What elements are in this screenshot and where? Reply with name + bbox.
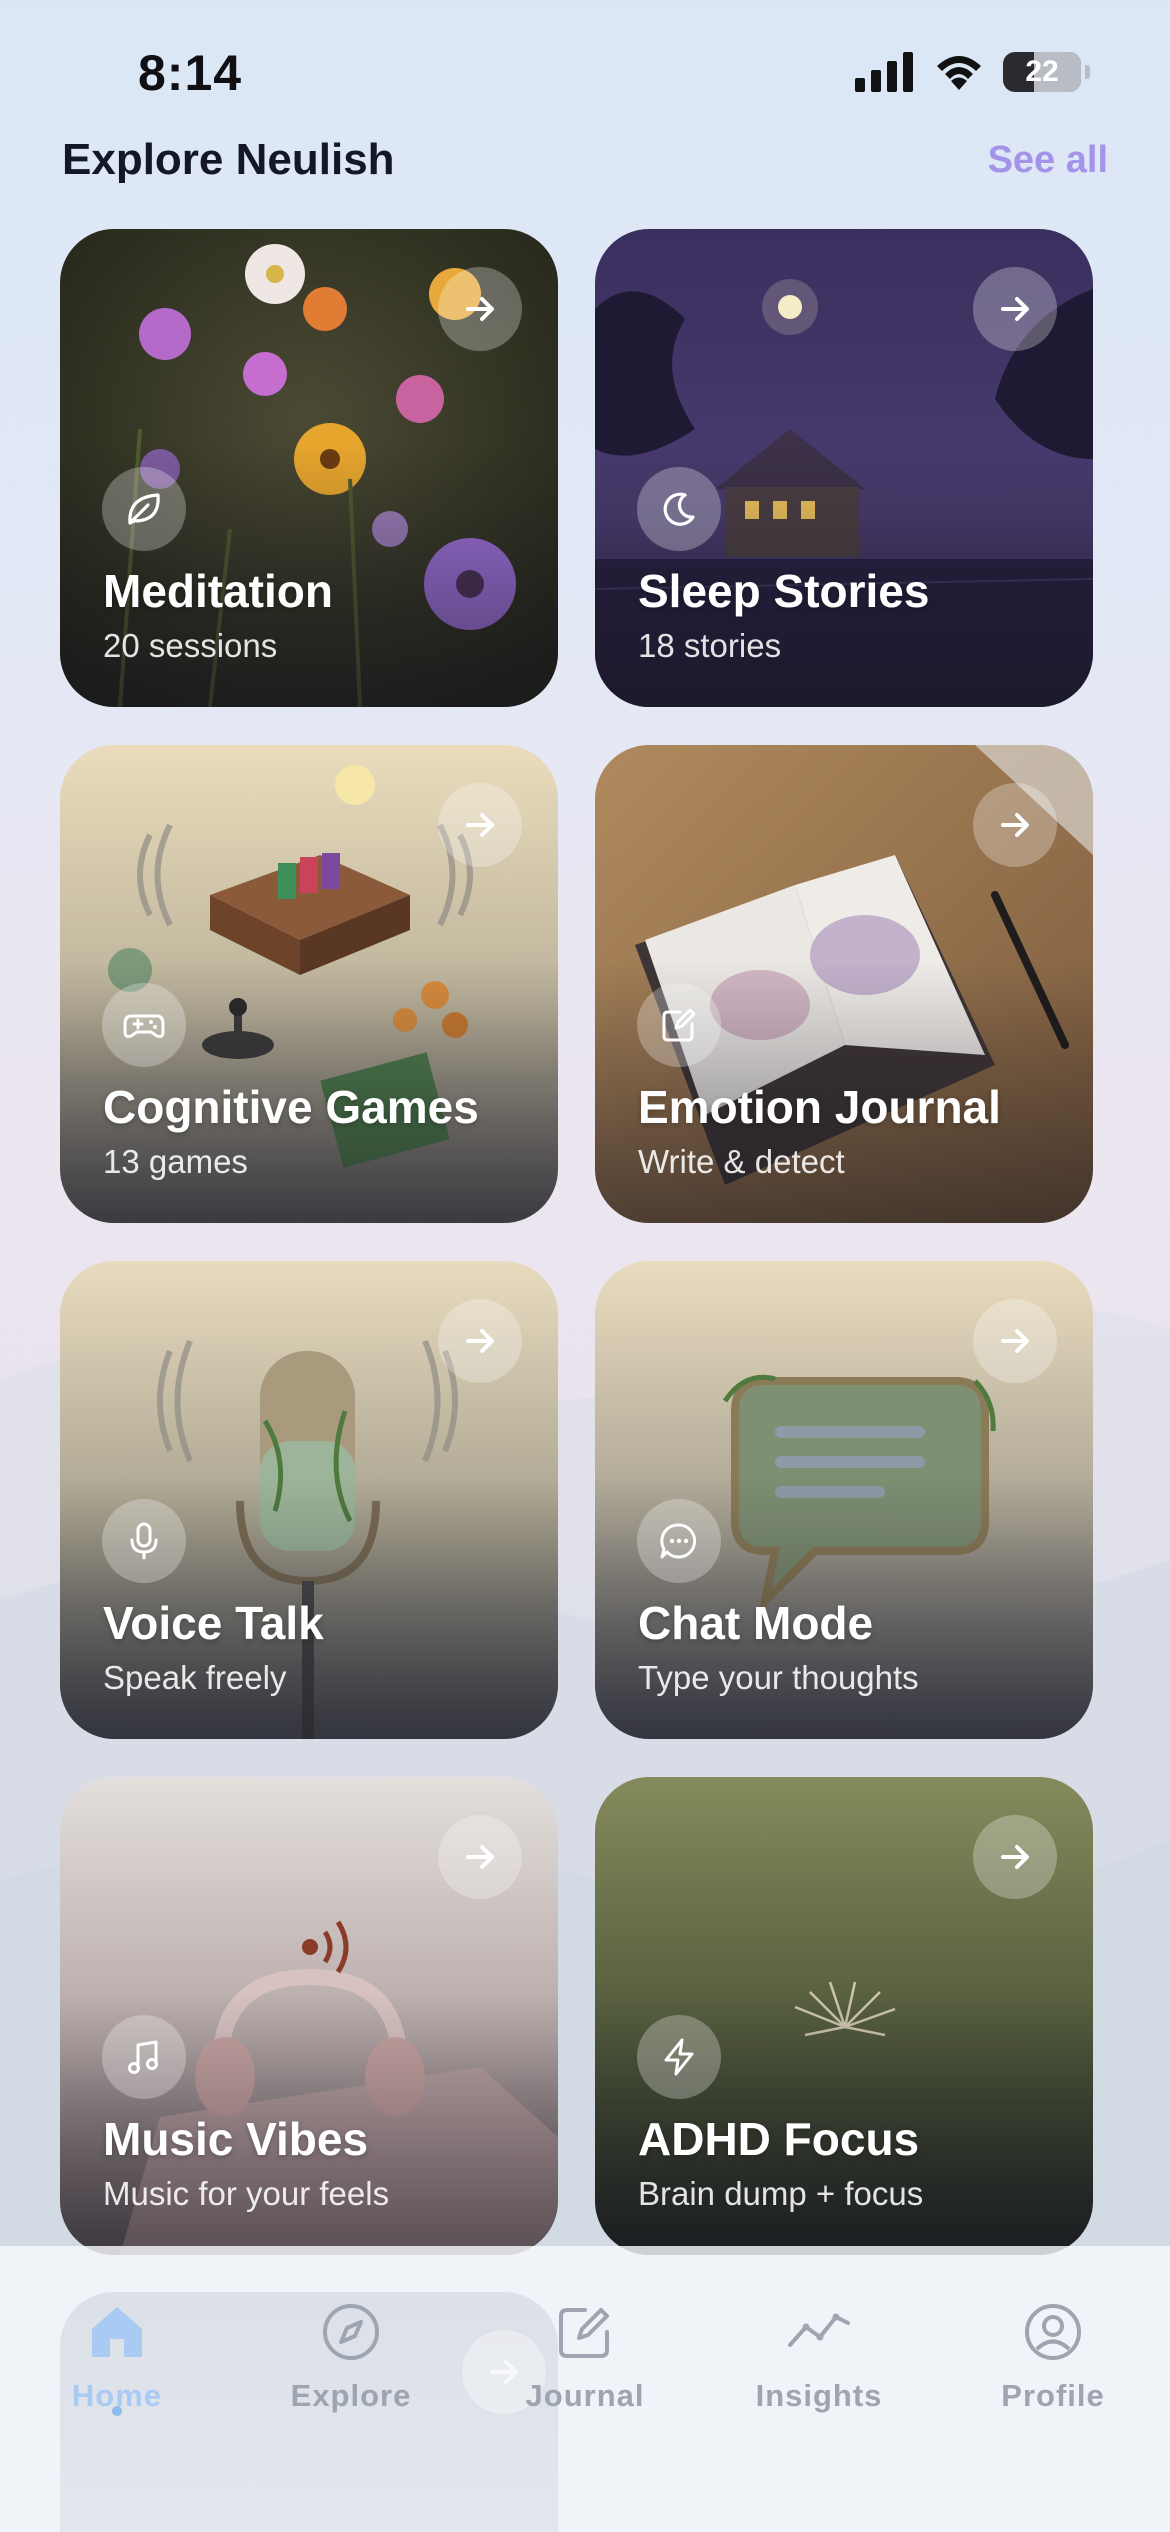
arrow-right-icon[interactable] [438,783,522,867]
status-icons: 22 [855,52,1090,92]
gamepad-icon [102,983,186,1067]
wifi-icon [937,56,981,90]
card-subtitle: Speak freely [103,1659,287,1696]
card-chat-mode[interactable]: Chat Mode Type your thoughts [595,1261,1093,1739]
card-cognitive-games[interactable]: Cognitive Games 13 games [60,745,558,1223]
lightning-icon [637,2015,721,2099]
card-title: Emotion Journal [638,1081,1001,1133]
tab-label: Profile [1001,2378,1105,2413]
arrow-right-icon[interactable] [973,1815,1057,1899]
card-subtitle: 18 stories [638,627,782,664]
microphone-icon [102,1499,186,1583]
card-subtitle: Write & detect [638,1143,845,1180]
arrow-right-icon[interactable] [973,267,1057,351]
tab-label: Insights [755,2378,883,2413]
home-icon [84,2296,150,2368]
battery-level: 22 [1025,55,1059,88]
card-subtitle: Type your thoughts [638,1659,919,1696]
card-title: Meditation [103,565,333,617]
tab-label: Explore [290,2378,412,2413]
tab-explore[interactable]: Explore [234,2296,468,2416]
battery-indicator: 22 [1003,52,1081,92]
moon-icon [637,467,721,551]
edit-icon [637,983,721,1067]
card-title: ADHD Focus [638,2113,920,2165]
card-subtitle: 13 games [103,1143,248,1180]
arrow-right-icon[interactable] [438,1815,522,1899]
section-header: Explore Neulish See all [62,130,1108,190]
tab-profile[interactable]: Profile [936,2296,1170,2416]
edit-icon [555,2296,615,2368]
card-title: Cognitive Games [103,1081,479,1133]
card-subtitle: 20 sessions [103,627,278,664]
arrow-right-icon[interactable] [438,267,522,351]
card-voice-talk[interactable]: Voice Talk Speak freely [60,1261,558,1739]
card-emotion-journal[interactable]: Emotion Journal Write & detect [595,745,1093,1223]
status-time: 8:14 [138,45,243,101]
card-meditation[interactable]: Meditation 20 sessions [60,229,558,707]
page-title: Explore Neulish [62,135,395,184]
arrow-right-icon[interactable] [438,1299,522,1383]
leaf-icon [102,467,186,551]
tab-label: Journal [525,2378,645,2413]
chat-bubble-icon [637,1499,721,1583]
cellular-signal-icon [855,52,913,92]
tab-bar-items: Home Explore Journal Insights Profile [0,2296,1170,2416]
card-subtitle: Music for your feels [103,2175,390,2212]
card-title: Chat Mode [638,1597,874,1649]
arrow-right-icon[interactable] [973,783,1057,867]
user-circle-icon [1023,2296,1083,2368]
card-music-vibes[interactable]: Music Vibes Music for your feels [60,1777,558,2255]
tab-insights[interactable]: Insights [702,2296,936,2416]
arrow-right-icon[interactable] [973,1299,1057,1383]
tab-home[interactable]: Home [0,2296,234,2416]
card-adhd-focus[interactable]: ADHD Focus Brain dump + focus [595,1777,1093,2255]
chart-line-icon [786,2296,852,2368]
music-note-icon [102,2015,186,2099]
card-title: Music Vibes [103,2113,369,2165]
status-bar: 8:14 22 [0,0,1170,150]
compass-icon [321,2296,381,2368]
card-title: Voice Talk [103,1597,324,1649]
tab-journal[interactable]: Journal [468,2296,702,2416]
see-all-link[interactable]: See all [988,139,1108,182]
active-indicator [112,2406,122,2416]
card-subtitle: Brain dump + focus [638,2175,924,2212]
card-title: Sleep Stories [638,565,930,617]
card-sleep-stories[interactable]: Sleep Stories 18 stories [595,229,1093,707]
